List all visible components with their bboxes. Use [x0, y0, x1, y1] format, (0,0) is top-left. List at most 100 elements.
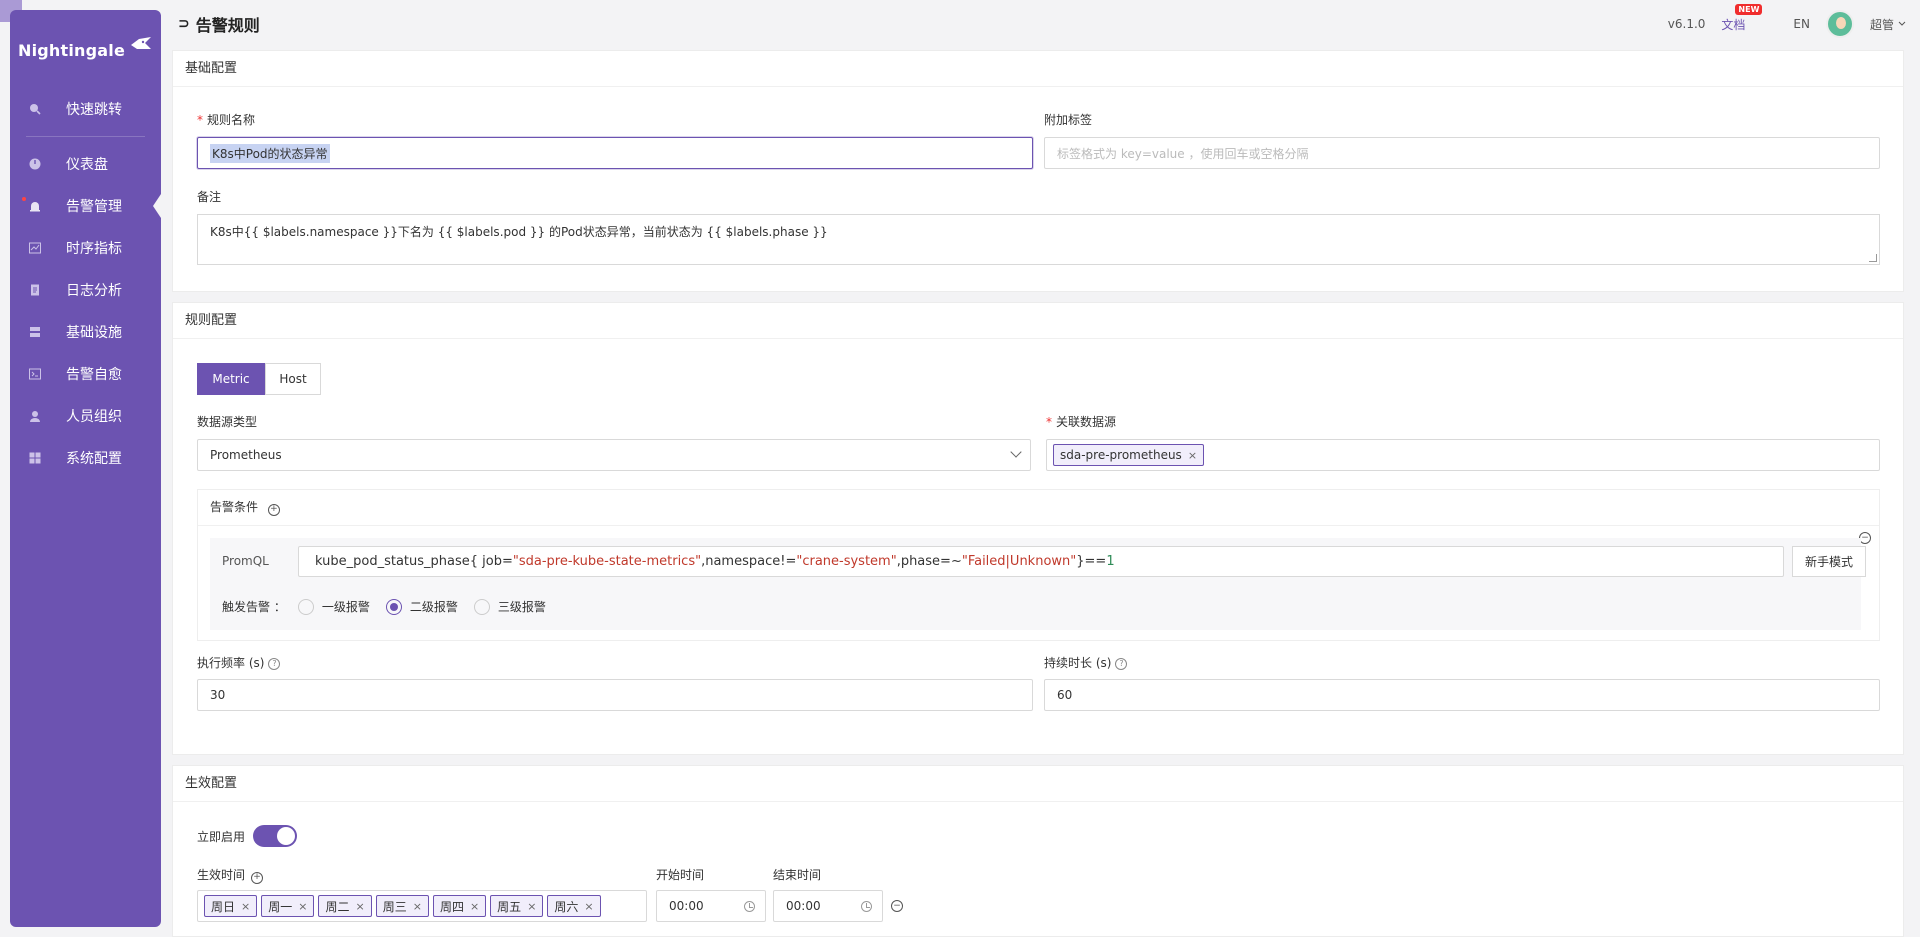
- datasource-type-label: 数据源类型: [197, 415, 258, 429]
- section-title: 生效配置: [173, 766, 1903, 802]
- sidebar-item-quick-jump[interactable]: 快速跳转: [10, 88, 161, 130]
- close-icon[interactable]: ×: [298, 900, 307, 913]
- enable-toggle[interactable]: [253, 825, 297, 847]
- frequency-value: 30: [210, 688, 226, 702]
- condition-box: 告警条件 + − PromQL kube_pod_status_phase{ j…: [197, 489, 1880, 641]
- level-3-radio[interactable]: 三级报警: [473, 598, 546, 615]
- sidebar-item-label: 基础设施: [66, 325, 122, 341]
- sidebar-item-alarm-management[interactable]: 告警管理: [10, 185, 163, 227]
- sidebar: Nightingale 快速跳转 仪表盘 告警管理 时序指标 日志分析 基础设施…: [10, 10, 163, 927]
- datasource-tag-text: sda-pre-prometheus: [1060, 448, 1182, 462]
- note-value: K8s中{{ $labels.namespace }}下名为 {{ $label…: [210, 225, 828, 239]
- start-time-label: 开始时间: [656, 868, 705, 882]
- rule-name-label-text: 规则名称: [207, 113, 256, 127]
- day-tag: 周五 ×: [490, 895, 544, 917]
- grid-icon: [28, 452, 42, 464]
- line-chart-icon: [28, 242, 42, 254]
- note-textarea[interactable]: K8s中{{ $labels.namespace }}下名为 {{ $label…: [197, 214, 1880, 265]
- clock-icon: [744, 901, 755, 912]
- sidebar-item-self-healing[interactable]: 告警自愈: [10, 353, 161, 395]
- back-icon[interactable]: ⊃: [178, 16, 190, 32]
- help-icon[interactable]: ?: [1115, 657, 1128, 670]
- level-2-radio[interactable]: 二级报警: [385, 598, 458, 615]
- docs-link[interactable]: 文档 NEW: [1721, 3, 1763, 33]
- tab-host[interactable]: Host: [265, 363, 321, 395]
- novice-mode-button[interactable]: 新手模式: [1792, 546, 1866, 577]
- days-select[interactable]: 周日 × 周一 × 周二 × 周三 × 周四 × 周五 × 周六 ×: [197, 890, 647, 922]
- condition-header: 告警条件 +: [198, 490, 1879, 526]
- sidebar-item-label: 快速跳转: [66, 102, 122, 118]
- promql-threshold: 1: [1106, 554, 1115, 569]
- day-tag: 周四 ×: [432, 895, 487, 917]
- sidebar-item-label: 仪表盘: [66, 157, 108, 173]
- datasource-tag: sda-pre-prometheus ×: [1053, 444, 1205, 466]
- promql-op: }==: [1076, 554, 1107, 569]
- end-time-input[interactable]: 00:00: [773, 890, 883, 922]
- page-title-text: 告警规则: [195, 16, 260, 35]
- day-tag: 周六 ×: [547, 895, 601, 917]
- sidebar-item-personnel[interactable]: 人员组织: [10, 395, 161, 437]
- divider: [26, 136, 145, 137]
- clock-icon: [861, 901, 872, 912]
- duration-input[interactable]: 60: [1044, 679, 1880, 711]
- resize-handle[interactable]: [1869, 254, 1877, 262]
- server-icon: [28, 326, 42, 338]
- section-title: 规则配置: [173, 303, 1903, 339]
- avatar[interactable]: [1825, 10, 1854, 38]
- add-time-icon[interactable]: +: [251, 871, 264, 884]
- rule-config-card: 规则配置 Metric Host 数据源类型 Prometheus * 关联数据源…: [172, 302, 1904, 755]
- level-1-radio[interactable]: 一级报警: [297, 598, 370, 615]
- close-icon[interactable]: ×: [527, 900, 536, 913]
- rule-name-input[interactable]: K8s中Pod的状态异常: [197, 137, 1033, 169]
- sidebar-item-label: 日志分析: [66, 283, 122, 299]
- sidebar-item-system-config[interactable]: 系统配置: [10, 437, 161, 479]
- datasource-select[interactable]: sda-pre-prometheus ×: [1046, 439, 1880, 471]
- brand-name: Nightingale: [17, 40, 126, 60]
- sidebar-item-dashboard[interactable]: 仪表盘: [10, 143, 161, 185]
- user-menu[interactable]: 超管: [1870, 16, 1906, 33]
- user-icon: [28, 410, 42, 422]
- day-tag: 周日 ×: [204, 895, 258, 917]
- rule-name-value: K8s中Pod的状态异常: [210, 143, 330, 163]
- sidebar-item-metrics[interactable]: 时序指标: [10, 227, 161, 269]
- day-tag: 周一 ×: [261, 895, 315, 917]
- nightingale-bird-icon: [131, 37, 152, 49]
- chevron-down-icon: [1898, 21, 1906, 26]
- duration-label-text: 持续时长 (s): [1044, 656, 1112, 670]
- tab-metric[interactable]: Metric: [197, 363, 265, 395]
- start-time-input[interactable]: 00:00: [656, 890, 766, 922]
- note-label: 备注: [197, 190, 222, 204]
- sidebar-item-infrastructure[interactable]: 基础设施: [10, 311, 161, 353]
- trigger-level-group: 触发告警 ： 一级报警 二级报警 三级报警: [222, 598, 562, 615]
- logo[interactable]: Nightingale: [10, 20, 161, 80]
- promql-metric: kube_pod_status_phase{ job=: [315, 554, 513, 569]
- radio-label: 三级报警: [497, 600, 546, 614]
- duration-label: 持续时长 (s)?: [1044, 654, 1128, 671]
- end-time-value: 00:00: [786, 899, 821, 913]
- alarm-bell-icon: [28, 200, 42, 212]
- sidebar-item-logs[interactable]: 日志分析: [10, 269, 161, 311]
- add-condition-icon[interactable]: +: [267, 503, 280, 516]
- help-icon[interactable]: ?: [268, 657, 281, 670]
- condition-label: 告警条件: [210, 500, 259, 514]
- language-switch[interactable]: EN: [1793, 17, 1810, 31]
- close-icon[interactable]: ×: [470, 900, 479, 913]
- day-tag-text: 周一: [268, 899, 293, 914]
- remove-time-icon[interactable]: −: [891, 900, 903, 912]
- sidebar-item-label: 系统配置: [66, 451, 122, 467]
- day-tag: 周二 ×: [318, 895, 372, 917]
- datasource-type-select[interactable]: Prometheus: [197, 439, 1031, 471]
- promql-input[interactable]: kube_pod_status_phase{ job= "sda-pre-kube…: [298, 546, 1784, 577]
- duration-value: 60: [1057, 688, 1073, 702]
- close-icon[interactable]: ×: [1188, 449, 1197, 462]
- tags-input[interactable]: 标签格式为 key=value ，使用回车或空格分隔: [1044, 137, 1880, 169]
- effective-time-label-text: 生效时间: [197, 868, 246, 882]
- close-icon[interactable]: ×: [584, 900, 593, 913]
- frequency-input[interactable]: 30: [197, 679, 1033, 711]
- promql-phase-key: ,phase=~: [896, 554, 962, 569]
- tags-placeholder: 标签格式为 key=value ，使用回车或空格分隔: [1057, 146, 1309, 161]
- enable-label: 立即启用: [197, 830, 246, 844]
- close-icon[interactable]: ×: [413, 900, 422, 913]
- close-icon[interactable]: ×: [355, 900, 364, 913]
- close-icon[interactable]: ×: [241, 900, 250, 913]
